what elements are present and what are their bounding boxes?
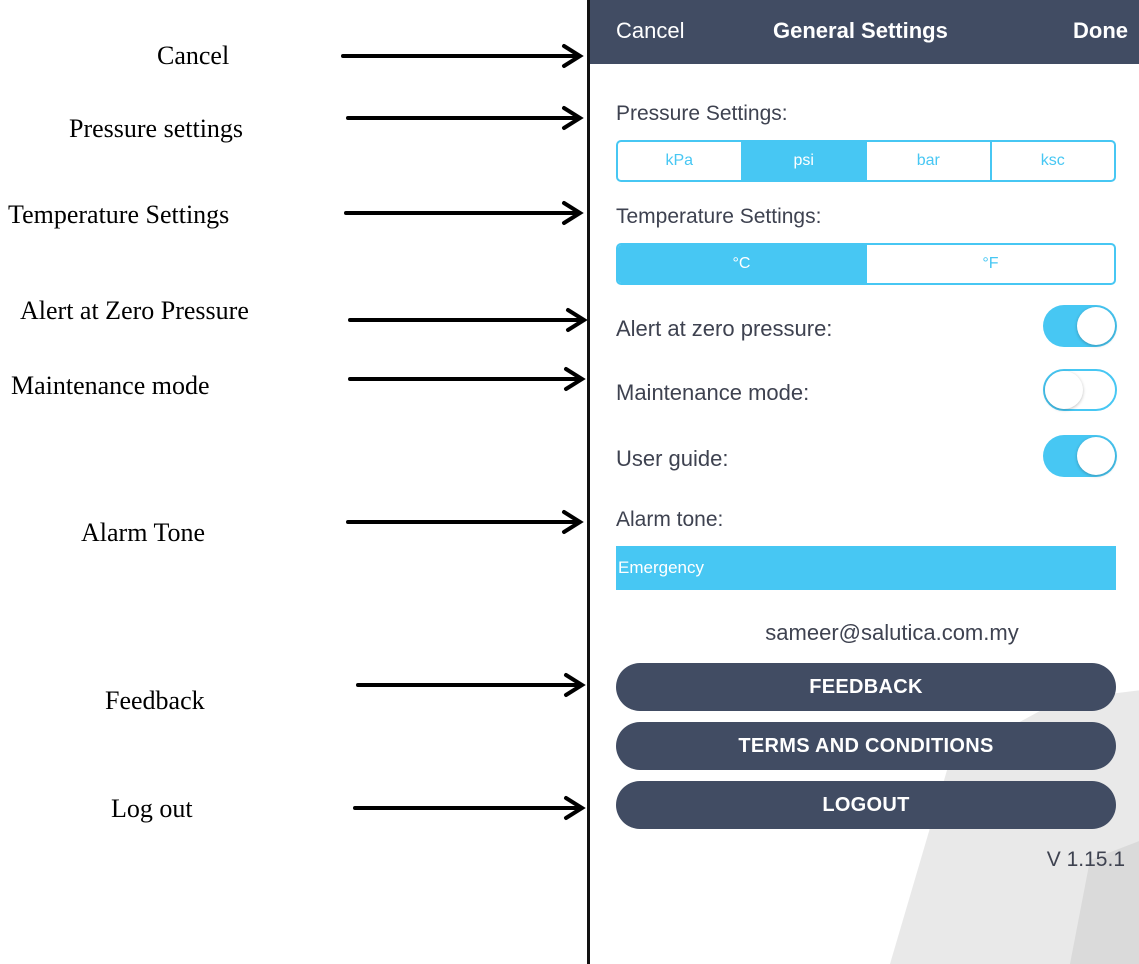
pressure-option-bar[interactable]: bar [865,142,990,180]
app-version: V 1.15.1 [1046,848,1125,871]
pressure-option-psi[interactable]: psi [740,142,865,180]
account-email: sameer@salutica.com.my [765,620,1019,645]
alert-zero-pressure-toggle[interactable] [1043,305,1117,347]
toggle-knob [1077,307,1115,345]
nav-bar: Cancel General Settings Done [590,0,1139,64]
pressure-option-kpa[interactable]: kPa [618,142,741,180]
arrow-pressure [346,106,584,130]
user-guide-toggle[interactable] [1043,435,1117,477]
done-button[interactable]: Done [1073,18,1128,44]
settings-screen: Cancel General Settings Done Pressure Se… [587,0,1139,964]
alarm-tone-label: Alarm tone: [616,508,724,531]
temperature-option-celsius[interactable]: °C [618,245,865,283]
maintenance-mode-toggle[interactable] [1043,369,1117,411]
temperature-settings-label: Temperature Settings: [616,205,822,228]
temperature-unit-selector: °C °F [616,243,1116,285]
logout-button[interactable]: LOGOUT [616,781,1116,829]
arrow-feedback [356,673,586,697]
pressure-option-ksc[interactable]: ksc [989,142,1115,180]
page-title: General Settings [773,18,948,43]
arrow-alert [348,308,588,332]
arrow-alarm [346,510,584,534]
arrow-logout [353,796,586,820]
arrow-cancel [341,44,584,68]
user-guide-label: User guide: [616,446,729,471]
toggle-knob [1077,437,1115,475]
pressure-settings-label: Pressure Settings: [616,102,788,125]
arrow-temperature [344,201,584,225]
cancel-button[interactable]: Cancel [616,18,684,44]
temperature-option-fahrenheit[interactable]: °F [865,245,1114,283]
feedback-button[interactable]: FEEDBACK [616,663,1116,711]
pressure-unit-selector: kPa psi bar ksc [616,140,1116,182]
alert-zero-pressure-label: Alert at zero pressure: [616,316,833,341]
toggle-knob [1045,371,1083,409]
terms-and-conditions-button[interactable]: TERMS AND CONDITIONS [616,722,1116,770]
alarm-tone-selector[interactable]: Emergency [616,546,1116,590]
maintenance-mode-label: Maintenance mode: [616,380,810,405]
arrow-maintenance [348,367,586,391]
